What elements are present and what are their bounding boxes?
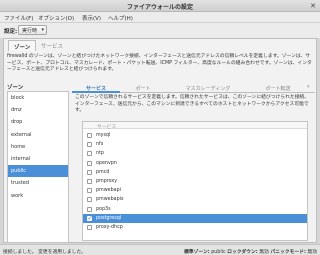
service-checkbox[interactable]	[87, 169, 92, 175]
status-bar: 接続しました。 変更を適用しました。 標準ゾーン: public ロックダウン:…	[0, 244, 320, 255]
menu-bar: ファイル(F) オプション(O) 表示(V) ヘルプ(H)	[0, 12, 320, 23]
service-name: pmwebapis	[96, 197, 124, 203]
service-row[interactable]: pmproxy	[83, 177, 307, 186]
service-row[interactable]: pmwebapis	[83, 195, 307, 204]
service-name: proxy-dhcp	[96, 225, 123, 230]
service-row[interactable]: pmcd	[83, 168, 307, 177]
service-row[interactable]: ✓ postgresql	[83, 213, 307, 223]
zone-item-block[interactable]: block	[8, 92, 68, 104]
service-row[interactable]: pop3s	[83, 205, 307, 214]
zone-item-work[interactable]: work	[8, 190, 68, 202]
zone-list: block dmz drop external home internal public tr…	[7, 91, 69, 243]
services-description: このゾーンで信頼されるサービスを定義します。信頼されたサービスは、このゾーンに結…	[75, 95, 310, 113]
default-zone-label: 標準ゾーン:	[184, 250, 210, 255]
zone-item-trusted[interactable]: trusted	[8, 177, 68, 189]
service-checkbox[interactable]	[87, 179, 92, 184]
zone-item-dmz[interactable]: dmz	[8, 104, 68, 116]
lockdown-value: 無効	[259, 250, 269, 255]
close-icon[interactable]: ✕	[309, 2, 317, 10]
service-name: pop3s	[96, 206, 111, 212]
service-name: openvpn	[96, 160, 117, 166]
window-title: ファイアウォールの設定	[126, 4, 193, 11]
service-name: pmproxy	[96, 179, 118, 184]
services-header: サービス	[83, 122, 307, 130]
service-row[interactable]: ntp	[83, 149, 307, 158]
service-checkbox[interactable]	[87, 225, 92, 230]
service-name: mysql	[96, 133, 111, 138]
tab-ports[interactable]: ポート	[120, 82, 166, 93]
config-bar: 設定: 実行時 ▾	[0, 23, 320, 38]
chevron-right-icon[interactable]: ›	[307, 83, 315, 90]
menu-options[interactable]: オプション(O)	[38, 14, 74, 22]
tab-zones[interactable]: ゾーン	[8, 40, 37, 51]
service-checkbox[interactable]	[87, 133, 92, 138]
service-name: postgresql	[96, 215, 122, 221]
service-name: nfs	[96, 142, 104, 148]
config-value: 実行時	[22, 28, 38, 34]
zone-item-drop[interactable]: drop	[8, 116, 68, 128]
service-name: ntp	[96, 151, 104, 157]
status-message: 接続しました。 変更を適用しました。	[3, 250, 87, 255]
sub-tabs: サービス ポート マスカレーディング ポート転送 ›	[72, 82, 315, 93]
zone-item-external[interactable]: external	[8, 129, 68, 141]
config-label: 設定:	[4, 29, 18, 35]
main-panel: ゾーン サービス firewalld のゾーンは、ゾーンと結びつけたネットワーク…	[3, 38, 317, 243]
menu-help[interactable]: ヘルプ(H)	[108, 14, 133, 22]
tab-services[interactable]: サービス	[36, 40, 68, 51]
menu-view[interactable]: 表示(V)	[82, 14, 101, 22]
default-zone-value: public	[211, 250, 226, 255]
checkmark-icon: ✓	[87, 214, 93, 222]
menu-file[interactable]: ファイル(F)	[4, 14, 33, 22]
service-checkbox[interactable]	[87, 197, 92, 203]
tab-services-sub[interactable]: サービス	[72, 82, 120, 93]
service-row[interactable]: mysql	[83, 131, 307, 140]
tab-masquerading[interactable]: マスカレーディング	[166, 82, 250, 93]
service-checkbox[interactable]	[87, 160, 92, 166]
service-row[interactable]: proxy-dhcp	[83, 223, 307, 232]
service-name: pmwebapi	[96, 188, 121, 194]
config-select[interactable]: 実行時 ▾	[18, 25, 47, 35]
service-checkbox[interactable]	[87, 188, 92, 194]
panic-mode-label: パニックモード:	[270, 250, 306, 255]
service-name: pmcd	[96, 169, 110, 175]
zone-item-home[interactable]: home	[8, 141, 68, 153]
zones-header: ゾーン	[7, 85, 24, 91]
zone-item-internal[interactable]: internal	[8, 153, 68, 165]
title-bar: ファイアウォールの設定 ✕	[0, 0, 320, 12]
tab-port-forwarding[interactable]: ポート転送	[250, 82, 306, 93]
status-right: 標準ゾーン: public ロックダウン: 無効 パニックモード: 無効	[184, 248, 317, 255]
zone-item-public[interactable]: public	[8, 165, 68, 178]
services-list: サービス mysql nfs ntp openvpn pmcd pmproxy pmweba…	[82, 121, 308, 241]
service-row[interactable]: pmwebapi	[83, 186, 307, 195]
panic-mode-value: 無効	[307, 250, 317, 255]
service-checkbox[interactable]	[87, 151, 92, 157]
chevron-down-icon: ▾	[41, 27, 44, 33]
service-row[interactable]: openvpn	[83, 159, 307, 168]
lockdown-label: ロックダウン:	[227, 250, 258, 255]
zone-detail: サービス ポート マスカレーディング ポート転送 › このゾーンで信頼されるサー…	[72, 82, 315, 242]
service-checkbox[interactable]	[87, 206, 92, 212]
service-checkbox[interactable]	[87, 142, 92, 148]
service-row[interactable]: nfs	[83, 140, 307, 149]
top-tabs: ゾーン サービス	[4, 39, 316, 51]
zone-description: firewalld のゾーンは、ゾーンと結びつけたネットワーク接続、インターフェ…	[7, 54, 312, 72]
